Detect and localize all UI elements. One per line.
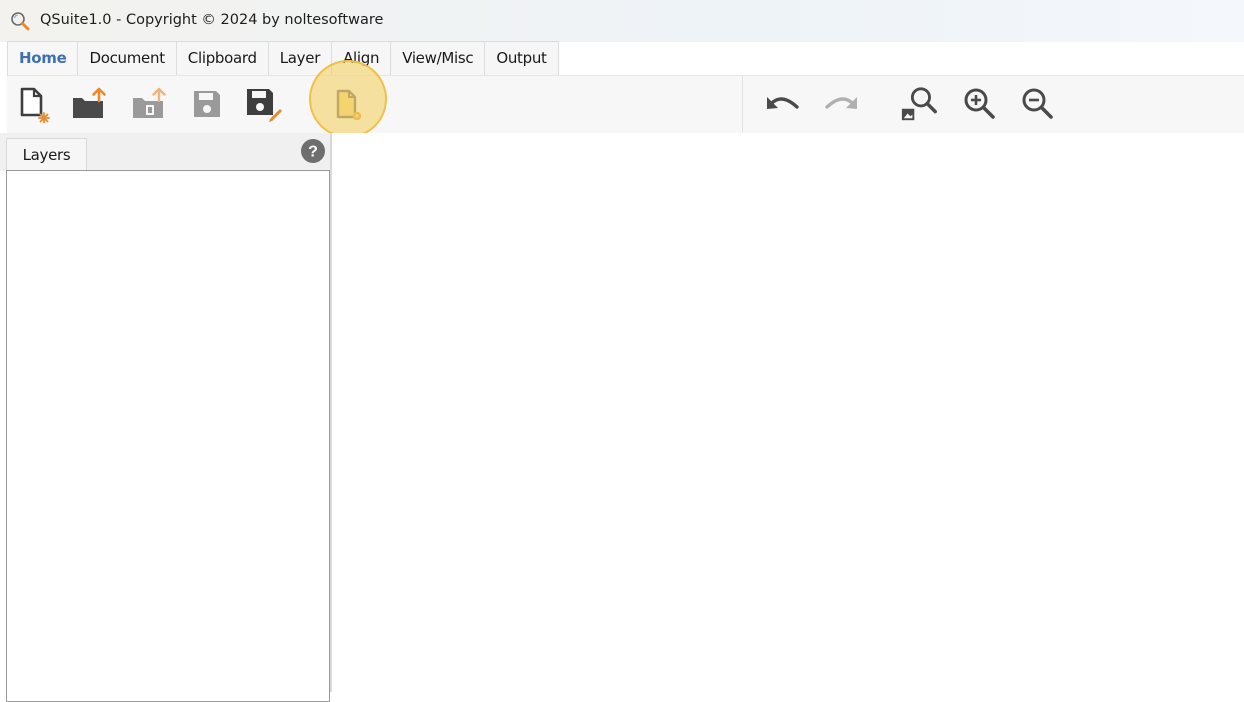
undo-icon bbox=[767, 97, 799, 109]
layers-list[interactable] bbox=[6, 170, 330, 702]
help-icon[interactable]: ? bbox=[300, 138, 326, 164]
zoom-out-button[interactable] bbox=[1018, 84, 1058, 124]
zoom-image-button[interactable] bbox=[900, 84, 940, 124]
magnifier-app-icon bbox=[11, 12, 30, 31]
save-as-button[interactable] bbox=[243, 84, 283, 124]
open-folder-icon bbox=[73, 87, 106, 118]
document-canvas[interactable] bbox=[332, 133, 1244, 692]
tab-home[interactable]: Home bbox=[7, 41, 79, 76]
window-title: QSuite1.0 - Copyright © 2024 by noltesof… bbox=[40, 12, 384, 28]
save-button[interactable] bbox=[187, 84, 227, 124]
import-icon bbox=[133, 87, 166, 118]
tab-view-misc[interactable]: View/Misc bbox=[390, 41, 486, 75]
tab-output[interactable]: Output bbox=[484, 41, 559, 75]
save-icon bbox=[194, 91, 220, 117]
zoom-image-icon bbox=[901, 87, 937, 121]
zoom-in-icon bbox=[964, 88, 995, 119]
zoom-in-button[interactable] bbox=[960, 84, 1000, 124]
import-button[interactable] bbox=[129, 84, 169, 124]
ribbon-tabs: Home Document Clipboard Layer Align View… bbox=[7, 41, 559, 76]
open-button[interactable] bbox=[69, 84, 109, 124]
title-bar: QSuite1.0 - Copyright © 2024 by noltesof… bbox=[0, 0, 1244, 42]
svg-text:?: ? bbox=[308, 144, 318, 161]
home-toolbar bbox=[7, 75, 1244, 134]
tab-clipboard[interactable]: Clipboard bbox=[175, 41, 269, 75]
new-document-button[interactable] bbox=[13, 84, 53, 124]
toolbar-separator bbox=[742, 76, 743, 133]
zoom-out-icon bbox=[1022, 88, 1053, 119]
click-highlight bbox=[309, 60, 387, 138]
undo-button[interactable] bbox=[763, 84, 803, 124]
new-document-icon bbox=[20, 87, 50, 123]
tab-layers[interactable]: Layers bbox=[6, 138, 87, 172]
redo-button[interactable] bbox=[821, 84, 861, 124]
save-as-icon bbox=[247, 89, 282, 122]
redo-icon bbox=[825, 97, 857, 109]
tab-document[interactable]: Document bbox=[77, 41, 177, 75]
